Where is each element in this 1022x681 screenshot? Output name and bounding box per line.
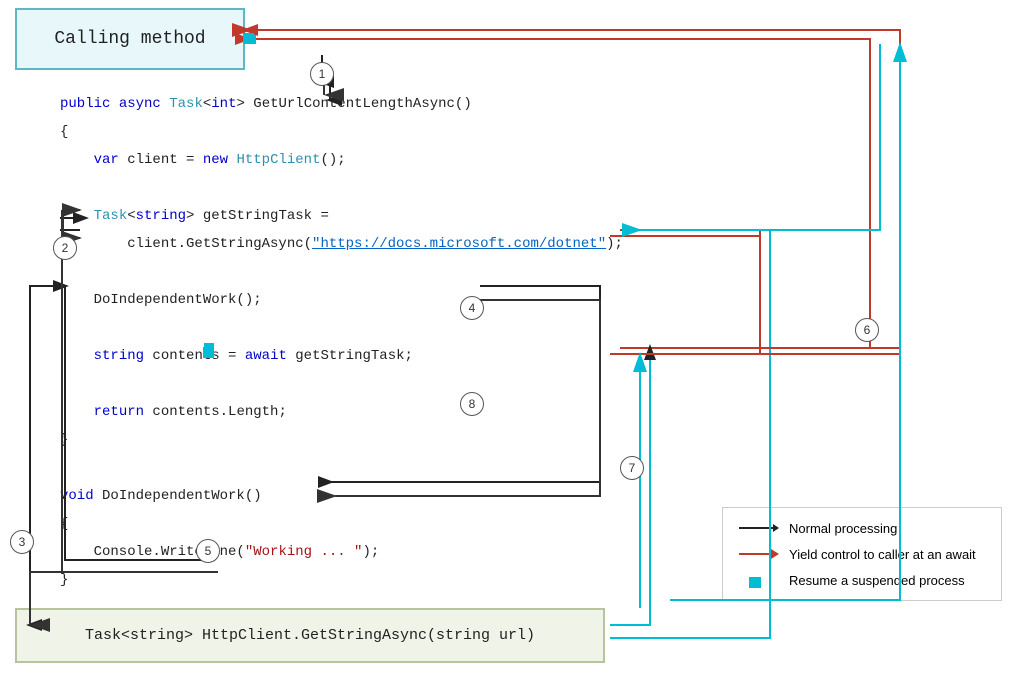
circle-6: 6 (855, 318, 879, 342)
circle-3: 3 (10, 530, 34, 554)
legend-normal-label: Normal processing (789, 521, 897, 536)
code-line-17: Console.WriteLine("Working ... "); (60, 538, 623, 566)
code-line-11 (60, 370, 623, 398)
diagram-container: Calling method Task<string> HttpClient.G… (0, 0, 1022, 681)
code-line-13: } (60, 426, 623, 454)
code-line-3: var client = new HttpClient(); (60, 146, 623, 174)
circle-8: 8 (460, 392, 484, 416)
code-line-5: Task<string> getStringTask = (60, 202, 623, 230)
legend-item-resume: Resume a suspended process (739, 572, 985, 588)
circle-5: 5 (196, 539, 220, 563)
resume-icon (739, 572, 779, 588)
code-line-2: { (60, 118, 623, 146)
code-line-9 (60, 314, 623, 342)
circle-2: 2 (53, 236, 77, 260)
yield-arrow-icon (739, 546, 779, 562)
legend-resume-label: Resume a suspended process (789, 573, 965, 588)
code-line-15: void DoIndependentWork() (60, 482, 623, 510)
calling-method-label: Calling method (54, 29, 205, 49)
httpclient-box: Task<string> HttpClient.GetStringAsync(s… (15, 608, 605, 663)
calling-method-box: Calling method (15, 8, 245, 70)
circle-7: 7 (620, 456, 644, 480)
code-line-7 (60, 258, 623, 286)
code-line-6: client.GetStringAsync("https://docs.micr… (60, 230, 623, 258)
code-line-14 (60, 454, 623, 482)
code-line-1: public async Task<int> GetUrlContentLeng… (60, 90, 623, 118)
legend-yield-label: Yield control to caller at an await (789, 547, 976, 562)
code-line-4 (60, 174, 623, 202)
code-area: public async Task<int> GetUrlContentLeng… (60, 90, 623, 594)
legend-box: Normal processing Yield control to calle… (722, 507, 1002, 601)
legend-item-normal: Normal processing (739, 520, 985, 536)
httpclient-label: Task<string> HttpClient.GetStringAsync(s… (85, 627, 535, 644)
circle-4: 4 (460, 296, 484, 320)
code-line-8: DoIndependentWork(); (60, 286, 623, 314)
code-line-10: string contents = await getStringTask; (60, 342, 623, 370)
circle-1: 1 (310, 62, 334, 86)
code-line-18: } (60, 566, 623, 594)
legend-item-yield: Yield control to caller at an await (739, 546, 985, 562)
normal-arrow-icon (739, 520, 779, 536)
code-line-16: { (60, 510, 623, 538)
code-line-12: return contents.Length; (60, 398, 623, 426)
